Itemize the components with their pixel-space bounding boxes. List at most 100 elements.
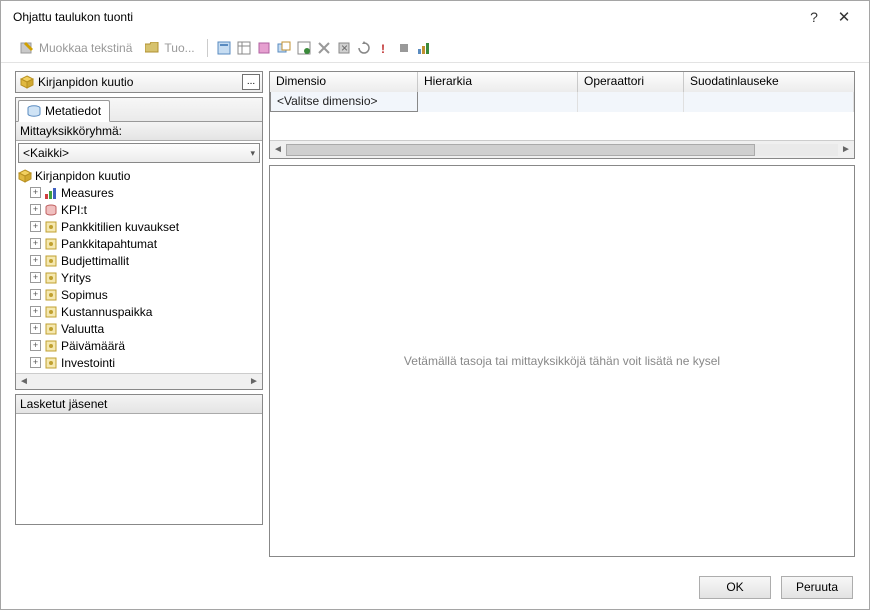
edit-as-text-label: Muokkaa tekstinä (39, 41, 132, 55)
calculated-members-panel: Lasketut jäsenet (15, 394, 263, 525)
tree-item[interactable]: + Budjettimallit (16, 252, 262, 269)
tree-item[interactable]: + Investointi (16, 354, 262, 371)
tree-item[interactable]: + Kustannuspaikka (16, 303, 262, 320)
tree-item[interactable]: + KPI:t (16, 201, 262, 218)
tree-item[interactable]: + Measures (16, 184, 262, 201)
measure-group-value: <Kaikki> (23, 146, 69, 160)
col-hierarchy[interactable]: Hierarkia (418, 72, 578, 92)
tree-h-scrollbar[interactable]: ◄ ► (16, 373, 262, 389)
toolbar-icon-3[interactable] (256, 40, 272, 56)
grid-cell (578, 92, 684, 112)
expander-icon[interactable]: + (30, 289, 41, 300)
scroll-left-icon[interactable]: ◄ (16, 376, 32, 387)
dimension-icon (44, 220, 58, 234)
help-button[interactable]: ? (799, 9, 829, 25)
tree-root-label: Kirjanpidon kuutio (35, 169, 130, 183)
tree-item[interactable]: + Pankkitilien kuvaukset (16, 218, 262, 235)
toolbar-delete-icon[interactable] (316, 40, 332, 56)
edit-as-text-button[interactable]: Muokkaa tekstinä (15, 38, 136, 58)
tree-item-label: Budjettimallit (61, 254, 129, 268)
tree-item-label: Pankkitapahtumat (61, 237, 157, 251)
metadata-icon (27, 104, 41, 118)
query-drop-area[interactable]: Vetämällä tasoja tai mittayksikköjä tähä… (269, 165, 855, 557)
dimension-icon (44, 237, 58, 251)
tree-item-label: Yritys (61, 271, 91, 285)
tab-metadata-label: Metatiedot (45, 104, 101, 118)
expander-icon[interactable]: + (30, 187, 41, 198)
dialog-window: Ohjattu taulukon tuonti ? ✕ Muokkaa teks… (0, 0, 870, 610)
tab-row: Metatiedot (16, 98, 262, 122)
expander-icon[interactable]: + (30, 204, 41, 215)
measure-group-select[interactable]: <Kaikki> ▾ (18, 143, 260, 163)
ok-button[interactable]: OK (699, 576, 771, 599)
expander-icon[interactable]: + (30, 255, 41, 266)
import-label: Tuo... (164, 41, 194, 55)
dimension-icon (44, 322, 58, 336)
dimension-icon (44, 305, 58, 319)
metadata-tree[interactable]: Kirjanpidon kuutio + Measures + KPI:t + (16, 165, 262, 373)
toolbar-icon-7[interactable]: × (336, 40, 352, 56)
dimension-icon (44, 356, 58, 370)
toolbar-stop-icon[interactable] (396, 40, 412, 56)
cube-selector: Kirjanpidon kuutio ... (15, 71, 263, 93)
col-dimension[interactable]: Dimensio (270, 72, 418, 92)
expander-icon[interactable]: + (30, 340, 41, 351)
tab-metadata[interactable]: Metatiedot (18, 100, 110, 122)
chevron-down-icon: ▾ (250, 148, 255, 159)
expander-icon[interactable]: + (30, 357, 41, 368)
dimension-icon (44, 271, 58, 285)
dimension-picker-cell[interactable]: <Valitse dimensio> (270, 92, 418, 112)
tree-item-label: Pankkitilien kuvaukset (61, 220, 179, 234)
close-button[interactable]: ✕ (829, 8, 859, 26)
grid-header: Dimensio Hierarkia Operaattori Suodatinl… (270, 72, 854, 92)
expander-icon[interactable]: + (30, 221, 41, 232)
expander-icon[interactable]: + (30, 323, 41, 334)
expander-icon[interactable]: + (30, 238, 41, 249)
scroll-right-icon[interactable]: ► (838, 144, 854, 155)
tree-item[interactable]: + Yritys (16, 269, 262, 286)
metadata-panel: Metatiedot Mittayksikköryhmä: <Kaikki> ▾… (15, 97, 263, 390)
toolbar-refresh-icon[interactable] (356, 40, 372, 56)
kpi-icon (44, 203, 58, 217)
cube-browse-button[interactable]: ... (242, 74, 260, 90)
dimension-icon (44, 254, 58, 268)
toolbar-chart-icon[interactable] (416, 40, 432, 56)
toolbar-warning-icon[interactable]: ! (376, 40, 392, 56)
col-operator[interactable]: Operaattori (578, 72, 684, 92)
tree-item-label: Valuutta (61, 322, 104, 336)
grid-h-scrollbar[interactable]: ◄ ► (270, 140, 854, 158)
scroll-thumb[interactable] (286, 144, 755, 156)
tree-item[interactable]: + Sopimus (16, 286, 262, 303)
tree-item-label: Measures (61, 186, 114, 200)
calculated-members-body[interactable] (16, 414, 262, 524)
cancel-button[interactable]: Peruuta (781, 576, 853, 599)
grid-placeholder-row[interactable]: <Valitse dimensio> (270, 92, 854, 112)
scroll-right-icon[interactable]: ► (246, 376, 262, 387)
scroll-track[interactable] (286, 144, 838, 156)
toolbar-separator (207, 39, 208, 57)
dimension-icon (44, 339, 58, 353)
import-button[interactable]: Tuo... (140, 38, 198, 58)
tree-item[interactable]: + Valuutta (16, 320, 262, 337)
scroll-left-icon[interactable]: ◄ (270, 144, 286, 155)
grid-cell (684, 92, 854, 112)
toolbar-icon-2[interactable] (236, 40, 252, 56)
measure-group-label: Mittayksikköryhmä: (16, 122, 262, 141)
tree-item[interactable]: + Päivämäärä (16, 337, 262, 354)
calculated-members-header: Lasketut jäsenet (16, 395, 262, 414)
folder-open-icon (144, 40, 160, 56)
svg-text:×: × (341, 41, 348, 55)
toolbar-icon-5[interactable] (296, 40, 312, 56)
grid-empty-space (270, 112, 854, 140)
left-pane: Kirjanpidon kuutio ... Metatiedot Mittay… (15, 71, 263, 557)
tree-item[interactable]: + Pankkitapahtumat (16, 235, 262, 252)
expander-icon[interactable]: + (30, 306, 41, 317)
expander-icon[interactable]: + (30, 272, 41, 283)
toolbar-icon-4[interactable] (276, 40, 292, 56)
tree-root[interactable]: Kirjanpidon kuutio (16, 167, 262, 184)
col-filter-expr[interactable]: Suodatinlauseke (684, 72, 854, 92)
toolbar-icon-1[interactable] (216, 40, 232, 56)
window-title: Ohjattu taulukon tuonti (11, 10, 799, 24)
edit-icon (19, 40, 35, 56)
measures-icon (44, 186, 58, 200)
